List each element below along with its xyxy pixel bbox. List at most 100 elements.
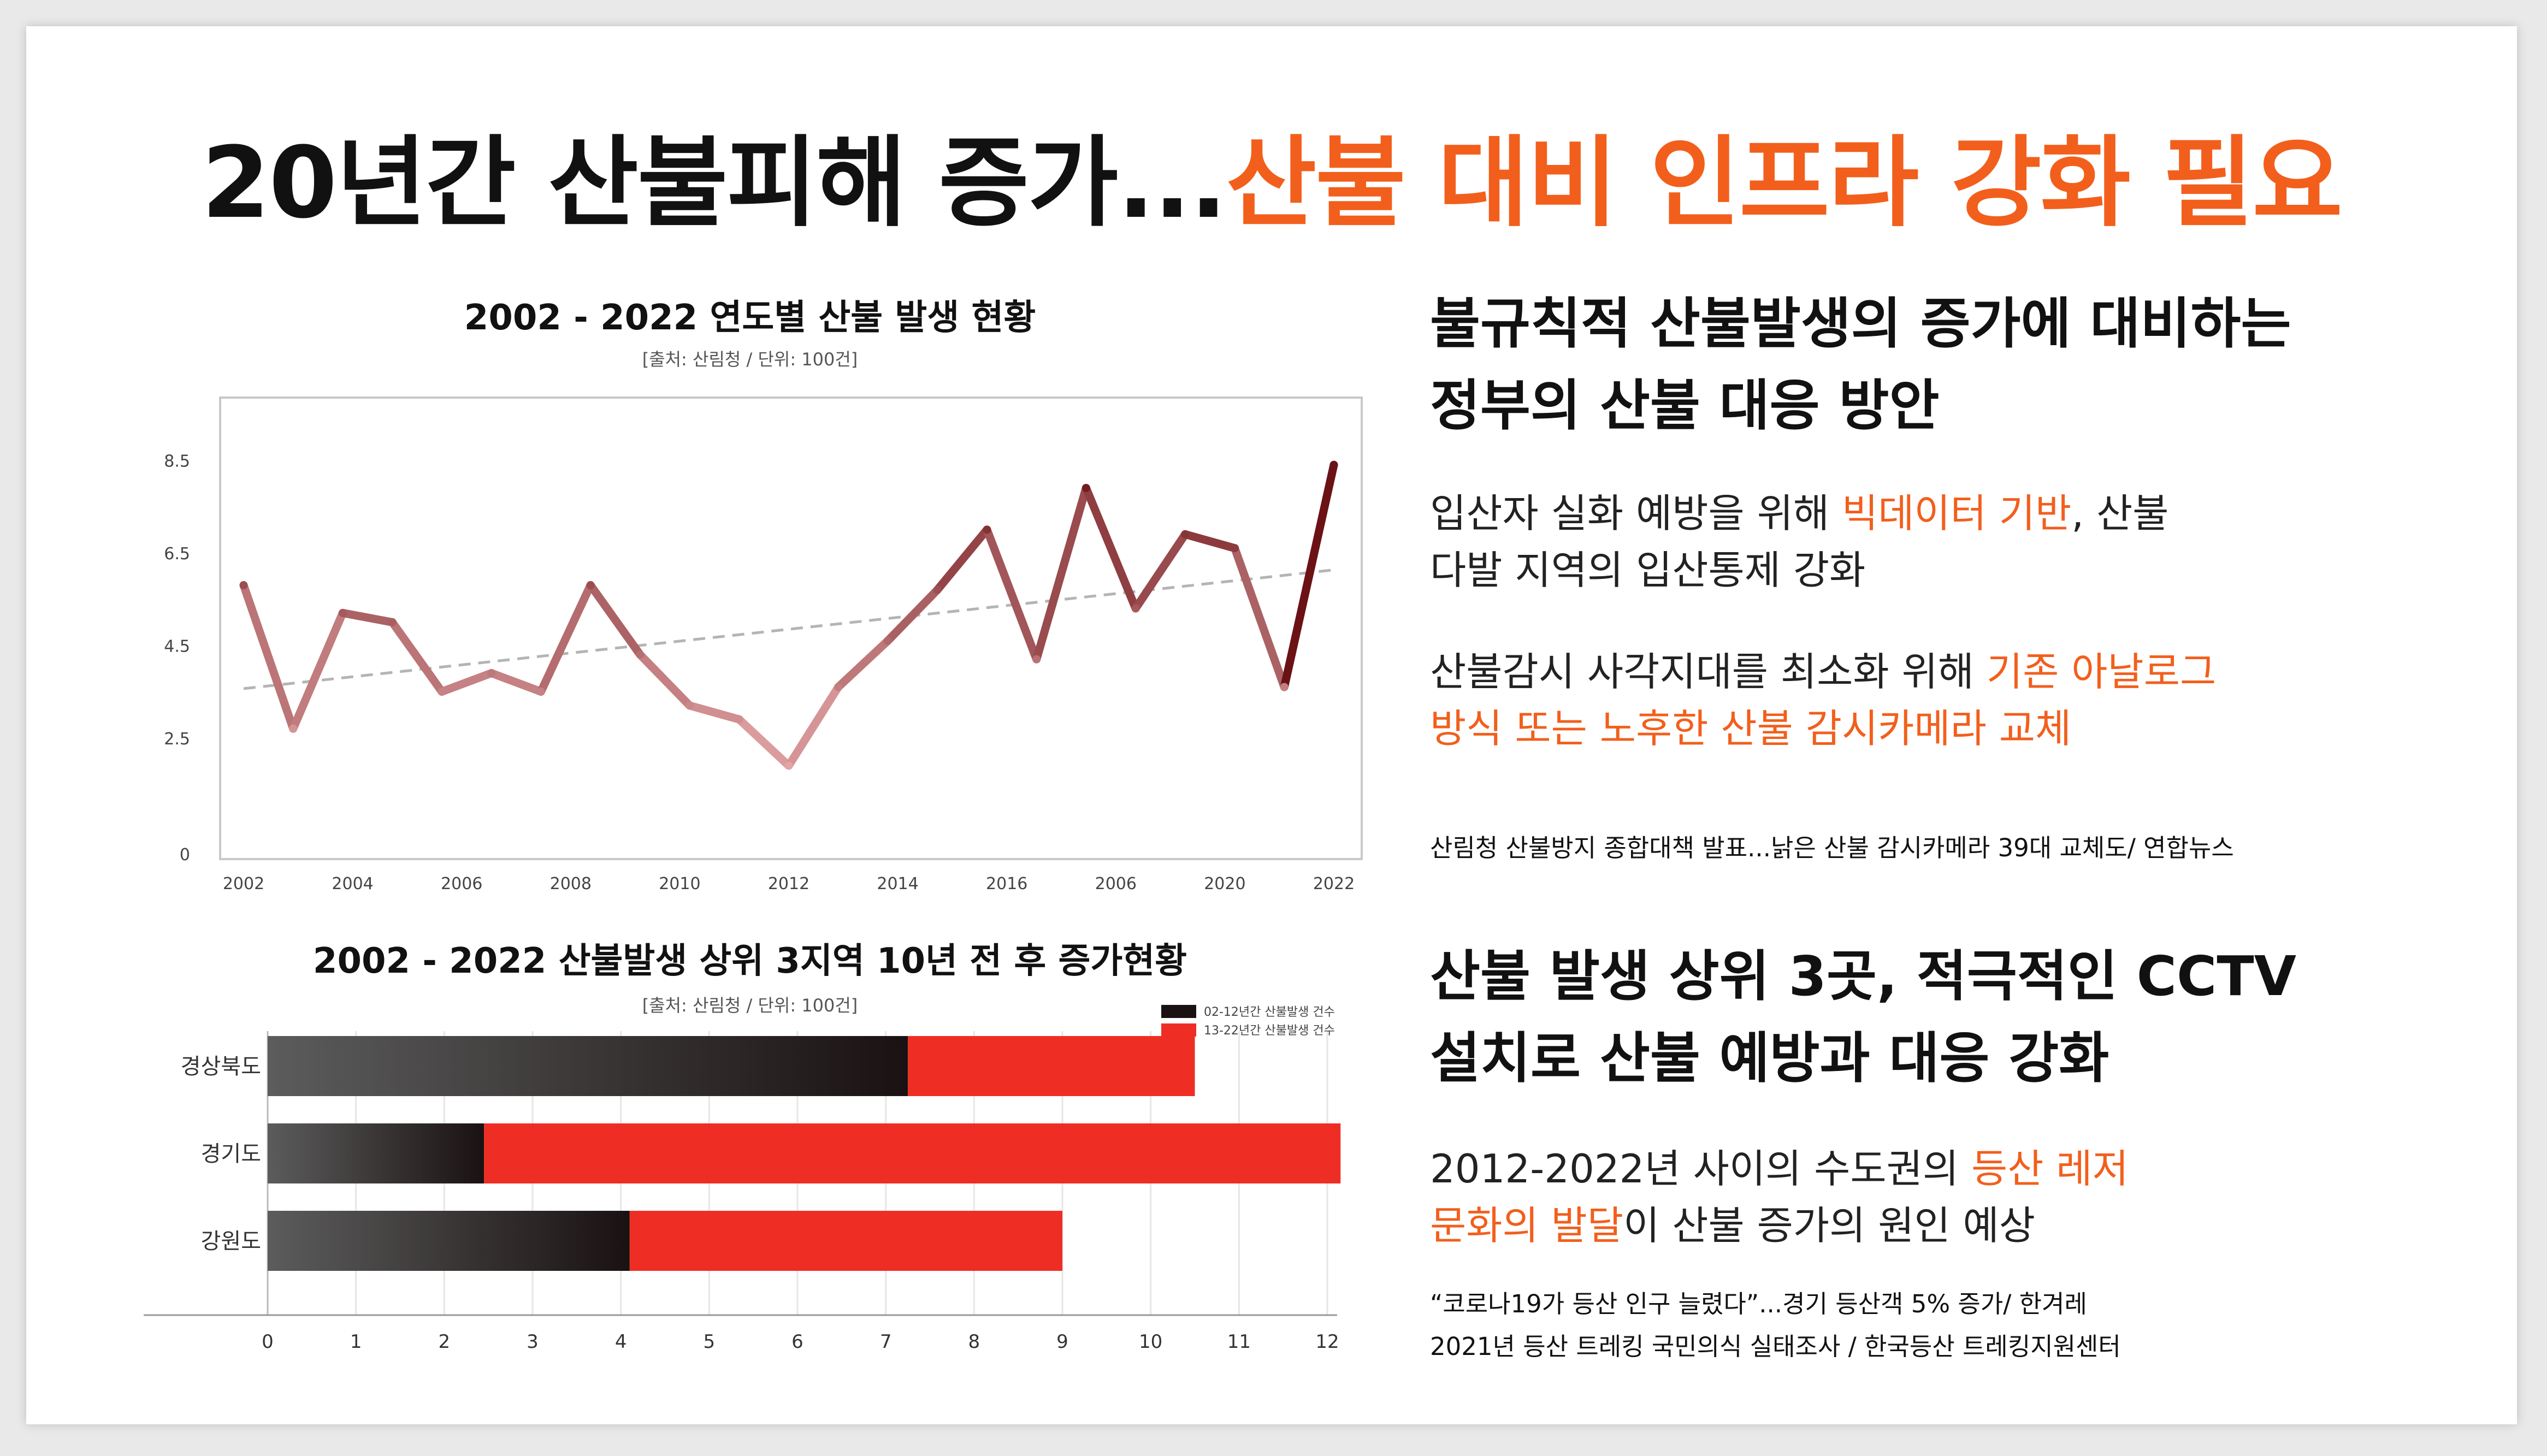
data-point: [983, 525, 991, 534]
data-point: [438, 687, 446, 696]
x-tick-label: 2002: [223, 874, 264, 893]
data-point: [1231, 544, 1239, 553]
x-tick-label: 2004: [332, 874, 373, 893]
series-segment: [239, 581, 298, 733]
s1p2-c: 방식 또는 노후한 산불 감시카메라 교체: [1430, 706, 2072, 751]
series-segment: [1131, 530, 1190, 613]
s2p1-d: 이 산불 증가의 원인 예상: [1623, 1203, 2036, 1248]
x-tick-label: 1: [350, 1331, 362, 1353]
legend-label: 13-22년간 산불발생 건수: [1204, 1024, 1335, 1038]
section2-paragraph1: 2012-2022년 사이의 수도권의 등산 레저 문화의 발달이 산불 증가의…: [1430, 1140, 2129, 1254]
trend-line: [243, 569, 1334, 690]
bar-segment-late: [908, 1036, 1195, 1096]
x-tick-label: 9: [1056, 1331, 1068, 1353]
series-segment: [338, 608, 397, 626]
series-segment: [438, 669, 496, 696]
series-segment: [388, 618, 446, 696]
series-segment: [983, 525, 1041, 664]
x-tick-label: 2006: [441, 874, 482, 893]
bar-chart: 0 1 2 3 4 5 6 7 8 9 10 11 12경상북도경기도강원도02-12년간 산불발생 건…: [144, 1005, 1341, 1353]
data-point: [834, 683, 843, 691]
y-tick-label: 6.5: [164, 544, 190, 564]
series-segment: [1032, 484, 1090, 664]
data-point: [487, 669, 496, 678]
section1-paragraph1: 입산자 실화 예방을 위해 빅데이터 기반, 산불 다발 지역의 입산통제 강화: [1430, 485, 2169, 599]
data-point: [388, 618, 397, 626]
series-segment: [487, 669, 545, 696]
section1-source: 산림청 산불방지 종합대책 발표...낡은 산불 감시카메라 39대 교체도/ …: [1430, 833, 2234, 862]
data-point: [586, 581, 595, 590]
data-point: [1181, 530, 1190, 538]
title-part1: 20년간 산불피해 증가...: [201, 126, 1227, 240]
bar-segment-early: [268, 1211, 630, 1271]
data-point: [1082, 484, 1090, 493]
series-segment: [289, 608, 347, 733]
x-tick-label: 2008: [550, 874, 592, 893]
series-segment: [883, 585, 942, 645]
y-tick-label: 2.5: [164, 730, 190, 749]
data-point: [1032, 655, 1041, 664]
section2-source1: “코로나19가 등산 인구 늘렸다”...경기 등산객 5% 증가/ 한겨레: [1430, 1289, 2087, 1318]
data-point: [685, 701, 694, 710]
data-point: [1131, 604, 1140, 613]
bar-segment-early: [268, 1036, 908, 1096]
y-tick-label: 4.5: [164, 637, 190, 656]
line-chart-panel: 2002 - 2022 연도별 산불 발생 현황 [출처: 산림청 / 단위: …: [114, 261, 1386, 900]
section2-heading-line2: 설치로 산불 예방과 대응 강화: [1430, 1026, 2109, 1090]
x-tick-label: 6: [791, 1331, 803, 1353]
section1-heading: 불규칙적 산불발생의 증가에 대비하는 정부의 산불 대응 방안: [1430, 283, 2291, 447]
data-point: [883, 636, 892, 645]
x-tick-label: 8: [968, 1331, 980, 1353]
x-tick-label: 12: [1315, 1331, 1339, 1353]
section2-heading: 산불 발생 상위 3곳, 적극적인 CCTV 설치로 산불 예방과 대응 강화: [1430, 936, 2296, 1099]
section2-source2: 2021년 등산 트레킹 국민의식 실태조사 / 한국등산 트레킹지원센터: [1430, 1332, 2121, 1361]
series-segment: [685, 701, 743, 724]
section2-heading-line1: 산불 발생 상위 3곳, 적극적인 CCTV: [1430, 944, 2297, 1008]
series-segment: [586, 581, 645, 659]
s1p2-a: 산불감시 사각지대를 최소화 위해: [1430, 649, 1987, 695]
y-tick-label: 8.5: [164, 452, 190, 471]
s2p1-a: 2012-2022년 사이의 수도권의: [1430, 1146, 1972, 1192]
page-title: 20년간 산불피해 증가...산불 대비 인프라 강화 필요: [26, 103, 2517, 245]
series-segment: [1181, 530, 1239, 553]
bar-chart-panel: 2002 - 2022 산불발생 상위 3지역 10년 전 후 증가현황 [출처…: [114, 922, 1386, 1359]
series-segment: [636, 650, 694, 710]
s1p1-d: 다발 지역의 입산통제 강화: [1430, 547, 1866, 593]
data-point: [338, 608, 347, 617]
s1p2-b: 기존 아날로그: [1986, 649, 2217, 695]
x-tick-label: 2010: [659, 874, 700, 893]
bar-segment-late: [629, 1211, 1062, 1271]
s2p1-b: 등산 레저: [1971, 1146, 2129, 1192]
series-segment: [536, 581, 595, 696]
x-tick-label: 5: [704, 1331, 716, 1353]
section1-heading-line1: 불규칙적 산불발생의 증가에 대비하는: [1430, 292, 2291, 356]
x-tick-label: 2014: [877, 874, 918, 893]
legend-swatch-early: [1161, 1005, 1196, 1018]
series-segment: [735, 715, 793, 770]
category-label: 강원도: [201, 1229, 261, 1254]
series-segment: [1280, 460, 1338, 691]
series-segment: [834, 636, 892, 691]
x-tick-label: 2016: [986, 874, 1027, 893]
series-segment: [933, 525, 991, 594]
slide: 20년간 산불피해 증가...산불 대비 인프라 강화 필요 2002 - 20…: [26, 26, 2517, 1424]
section1-paragraph2: 산불감시 사각지대를 최소화 위해 기존 아날로그 방식 또는 노후한 산불 감…: [1430, 643, 2216, 757]
data-point: [289, 724, 298, 733]
x-tick-label: 2020: [1204, 874, 1245, 893]
bar-segment-late: [484, 1123, 1341, 1183]
data-point: [1280, 683, 1289, 691]
data-point: [636, 650, 645, 659]
s2p1-c: 문화의 발달: [1430, 1203, 1624, 1248]
title-part2: 산불 대비 인프라 강화 필요: [1226, 126, 2343, 240]
s1p1-c: , 산불: [2071, 490, 2169, 536]
y-tick-label: 0: [180, 845, 190, 865]
x-tick-label: 2006: [1095, 874, 1137, 893]
legend-label: 02-12년간 산불발생 건수: [1204, 1005, 1335, 1019]
x-tick-label: 4: [615, 1331, 627, 1353]
bar-segment-early: [268, 1123, 484, 1183]
x-tick-label: 2012: [768, 874, 809, 893]
x-tick-label: 2022: [1313, 874, 1355, 893]
x-tick-label: 7: [880, 1331, 892, 1353]
x-tick-label: 3: [527, 1331, 539, 1353]
data-point: [536, 687, 545, 696]
